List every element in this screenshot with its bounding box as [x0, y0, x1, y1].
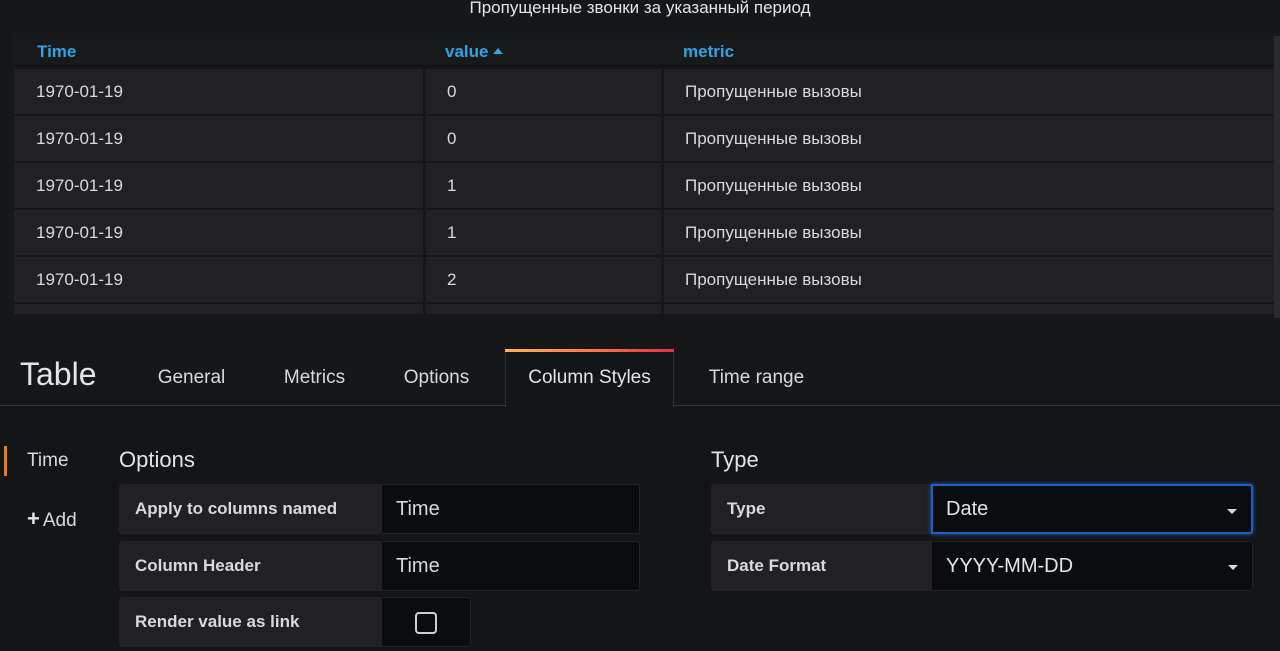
editor-header: Table General Metrics Options Column Sty…	[0, 318, 1280, 407]
cell-metric: Пропущенные вызовы	[664, 116, 1280, 161]
cell-value: 0	[426, 69, 661, 114]
cell-time: 1970-01-19	[14, 163, 423, 208]
table-row: 1970-01-19 1 Пропущенные вызовы	[14, 210, 1280, 255]
cell-value: 2	[426, 257, 661, 302]
cell-value: 0	[426, 116, 661, 161]
options-section-title: Options	[119, 447, 195, 472]
type-label: Type	[711, 484, 931, 534]
column-header-row: Column Header	[119, 541, 640, 591]
apply-columns-input[interactable]	[381, 484, 640, 534]
render-link-label: Render value as link	[119, 597, 381, 647]
type-section-title: Type	[711, 447, 759, 472]
table-panel: Пропущенные звонки за указанный период T…	[0, 0, 1280, 318]
table-row: 1970-01-19 2 Пропущенные вызовы	[14, 257, 1280, 302]
sidebar-item-time[interactable]: Time	[4, 446, 94, 476]
plus-icon: +	[27, 506, 40, 531]
type-select-value: Date	[946, 498, 989, 520]
date-format-label: Date Format	[711, 541, 931, 591]
cell-time: 1970-01-19	[14, 210, 423, 255]
tab-general[interactable]: General	[140, 349, 243, 406]
type-select[interactable]: Date	[931, 484, 1253, 534]
column-header-input[interactable]	[381, 541, 640, 591]
editor-title: Table	[20, 356, 97, 392]
column-header-label: Column Header	[119, 541, 381, 591]
apply-columns-label: Apply to columns named	[119, 484, 381, 534]
table-row: 1970-01-19 0 Пропущенные вызовы	[14, 116, 1280, 161]
tab-column-styles[interactable]: Column Styles	[505, 349, 674, 407]
checkbox-icon	[415, 612, 437, 634]
tab-time-range[interactable]: Time range	[690, 349, 823, 406]
type-row: Type Date	[711, 484, 1253, 534]
table-scrollbar[interactable]	[1274, 36, 1280, 318]
sort-ascending-icon	[493, 48, 504, 54]
caret-down-icon	[1228, 565, 1238, 570]
date-format-value: YYYY-MM-DD	[946, 555, 1074, 577]
sidebar-item-label: Time	[27, 450, 69, 471]
cell-metric: Пропущенные вызовы	[664, 69, 1280, 114]
apply-columns-row: Apply to columns named	[119, 484, 640, 534]
cell-time: 1970-01-19	[14, 257, 423, 302]
panel-title[interactable]: Пропущенные звонки за указанный период	[0, 0, 1280, 18]
table-header: Time value metric	[14, 33, 1280, 67]
column-header-value[interactable]: value	[445, 42, 504, 62]
add-style-button[interactable]: + Add	[4, 504, 94, 534]
cell-value: 1	[426, 163, 661, 208]
cell-time: 1970-01-19	[14, 116, 423, 161]
tab-metrics[interactable]: Metrics	[263, 349, 366, 406]
cell-metric: Пропущенные вызовы	[664, 210, 1280, 255]
column-header-time[interactable]: Time	[37, 42, 76, 62]
add-label: Add	[42, 510, 77, 531]
column-header-metric[interactable]: metric	[683, 42, 734, 62]
table-row: 1970-01-19 1 Пропущенные вызовы	[14, 163, 1280, 208]
render-link-checkbox[interactable]	[381, 597, 471, 647]
table-row-partial	[14, 304, 1280, 314]
caret-down-icon	[1227, 509, 1237, 514]
table-row: 1970-01-19 0 Пропущенные вызовы	[14, 69, 1280, 114]
cell-metric: Пропущенные вызовы	[664, 257, 1280, 302]
date-format-row: Date Format YYYY-MM-DD	[711, 541, 1253, 591]
cell-metric: Пропущенные вызовы	[664, 163, 1280, 208]
date-format-select[interactable]: YYYY-MM-DD	[931, 541, 1253, 591]
cell-time: 1970-01-19	[14, 69, 423, 114]
cell-value: 1	[426, 210, 661, 255]
column-styles-editor: Time + Add Options Apply to columns named…	[0, 407, 1280, 651]
tab-options[interactable]: Options	[385, 349, 488, 406]
render-link-row: Render value as link	[119, 597, 471, 647]
